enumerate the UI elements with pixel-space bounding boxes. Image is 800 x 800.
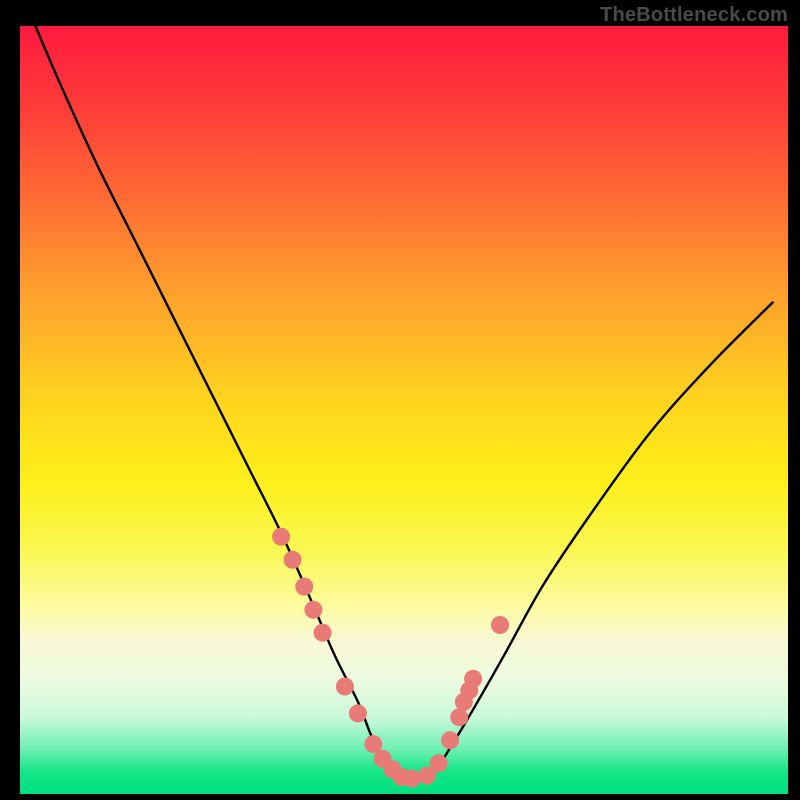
marker-dot — [272, 528, 290, 546]
marker-dot — [284, 551, 302, 569]
chart-frame: TheBottleneck.com — [0, 0, 800, 800]
marker-dot — [403, 770, 421, 788]
marker-dot — [349, 704, 367, 722]
marker-dot — [336, 678, 354, 696]
marker-dot — [464, 670, 482, 688]
marker-dot — [450, 708, 468, 726]
marker-dot — [441, 731, 459, 749]
marker-dot — [314, 624, 332, 642]
bottleneck-curve — [35, 26, 772, 780]
sample-markers — [272, 528, 509, 788]
plot-area — [20, 26, 788, 794]
marker-dot — [491, 616, 509, 634]
marker-dot — [430, 754, 448, 772]
chart-svg — [20, 26, 788, 794]
watermark-text: TheBottleneck.com — [600, 4, 788, 27]
marker-dot — [304, 601, 322, 619]
marker-dot — [295, 578, 313, 596]
